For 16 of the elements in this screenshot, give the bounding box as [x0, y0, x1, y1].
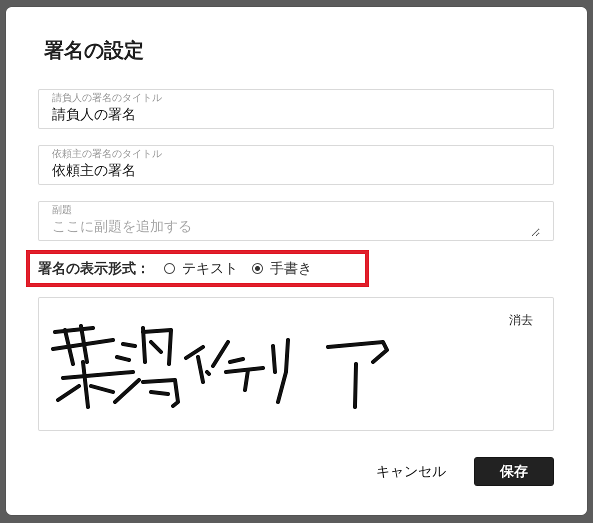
input-field[interactable]: 請負人の署名	[52, 105, 540, 125]
textarea-input[interactable]: ここに副題を追加する	[52, 217, 540, 237]
format-label: 署名の表示形式：	[38, 260, 150, 278]
clear-button[interactable]: 消去	[509, 312, 533, 329]
signature-pad[interactable]: 消去	[38, 297, 554, 431]
text-field[interactable]: 請負人の署名のタイトル 請負人の署名	[38, 89, 554, 129]
save-button[interactable]: 保存	[474, 457, 554, 486]
field-label: 請負人の署名のタイトル	[52, 93, 163, 105]
input-field[interactable]: 依頼主の署名	[52, 161, 540, 181]
cancel-button[interactable]: キャンセル	[376, 462, 446, 480]
dialog-title: 署名の設定	[44, 37, 145, 64]
field-label: 依頼主の署名のタイトル	[52, 149, 163, 161]
radio-option[interactable]: テキスト	[164, 260, 238, 278]
radio-option[interactable]: 手書き	[252, 260, 312, 278]
text-field[interactable]: 依頼主の署名のタイトル 依頼主の署名	[38, 145, 554, 185]
field-label: 副題	[52, 205, 73, 217]
